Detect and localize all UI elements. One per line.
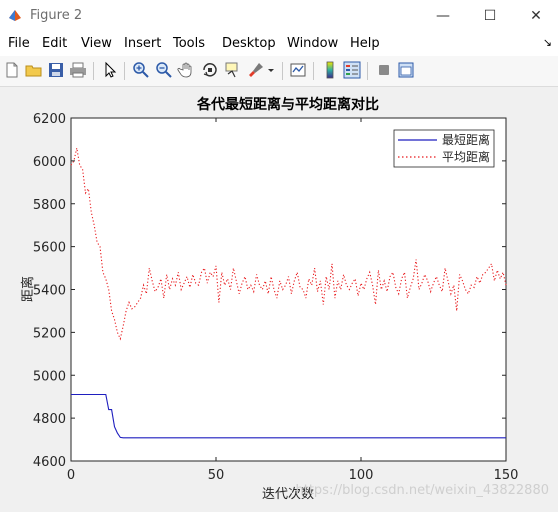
link-plot-icon[interactable] <box>288 60 308 80</box>
window-title: Figure 2 <box>30 8 83 23</box>
toolbar-separator <box>367 62 368 80</box>
y-tick-label: 4600 <box>33 455 66 470</box>
brush-icon[interactable] <box>246 60 266 80</box>
show-plot-tools-icon[interactable] <box>396 60 416 80</box>
legend-icon[interactable] <box>342 60 362 80</box>
maximize-button[interactable]: ☐ <box>470 0 510 32</box>
axes-box <box>70 117 507 462</box>
save-icon[interactable] <box>46 60 66 80</box>
toolbar-separator <box>313 62 314 80</box>
x-tick-label: 150 <box>494 468 519 483</box>
hide-plot-tools-icon[interactable] <box>374 60 394 80</box>
toolbar-separator <box>93 62 94 80</box>
menu-bar: File Edit View Insert Tools Desktop Wind… <box>0 32 558 56</box>
rotate-3d-icon[interactable] <box>200 60 220 80</box>
zoom-out-icon[interactable] <box>154 60 174 80</box>
chart-title: 各代最短距离与平均距离对比 <box>196 96 379 113</box>
plot-axes-svg: 0 50 100 150 4600 4800 5000 5200 5400 5600 5800 600… <box>20 96 549 502</box>
data-cursor-icon[interactable] <box>223 60 243 80</box>
figure-canvas: 0 50 100 150 4600 4800 5000 5200 5400 5600 5800 600… <box>0 87 558 508</box>
toolbar-separator <box>124 62 125 80</box>
menu-insert[interactable]: Insert <box>124 36 161 51</box>
print-icon[interactable] <box>68 60 88 80</box>
minimize-button[interactable]: — <box>423 0 463 32</box>
y-tick-label: 6000 <box>33 155 66 170</box>
y-tick-label: 4800 <box>33 412 66 427</box>
menu-window[interactable]: Window <box>287 36 338 51</box>
y-tick-label: 5400 <box>33 284 66 299</box>
legend-label-average: 平均距离 <box>442 149 490 164</box>
menu-edit[interactable]: Edit <box>42 36 67 51</box>
legend-label-shortest: 最短距离 <box>442 132 490 147</box>
menu-view[interactable]: View <box>81 36 112 51</box>
y-axis-label: 距离 <box>20 276 36 302</box>
menu-tools[interactable]: Tools <box>173 36 205 51</box>
y-tick-label: 5000 <box>33 369 66 384</box>
chevron-down-icon[interactable] <box>266 60 276 80</box>
y-tick-label: 5200 <box>33 326 66 341</box>
y-tick-label: 5800 <box>33 198 66 213</box>
close-button[interactable]: ✕ <box>516 0 556 32</box>
pan-hand-icon[interactable] <box>177 60 197 80</box>
matlab-logo-icon <box>9 10 21 21</box>
zoom-in-icon[interactable] <box>131 60 151 80</box>
menu-help[interactable]: Help <box>350 36 380 51</box>
x-tick-label: 0 <box>67 468 75 483</box>
window-titlebar: Figure 2 — ☐ ✕ <box>0 0 558 33</box>
y-tick-label: 5600 <box>33 241 66 256</box>
watermark-text: https://blog.csdn.net/weixin_43822880 <box>295 483 549 498</box>
figure-toolbar <box>0 56 558 87</box>
menu-desktop[interactable]: Desktop <box>222 36 276 51</box>
x-tick-label: 50 <box>208 468 225 483</box>
x-tick-label: 100 <box>349 468 374 483</box>
colorbar-icon[interactable] <box>320 60 340 80</box>
legend-box[interactable]: 最短距离 平均距离 <box>393 129 495 168</box>
menu-overflow-icon[interactable]: ↘ <box>543 36 552 49</box>
menu-file[interactable]: File <box>8 36 30 51</box>
open-file-icon[interactable] <box>24 60 44 80</box>
toolbar-separator <box>282 62 283 80</box>
edit-plot-icon[interactable] <box>100 60 120 80</box>
new-figure-icon[interactable] <box>2 60 22 80</box>
y-tick-label: 6200 <box>33 112 66 127</box>
